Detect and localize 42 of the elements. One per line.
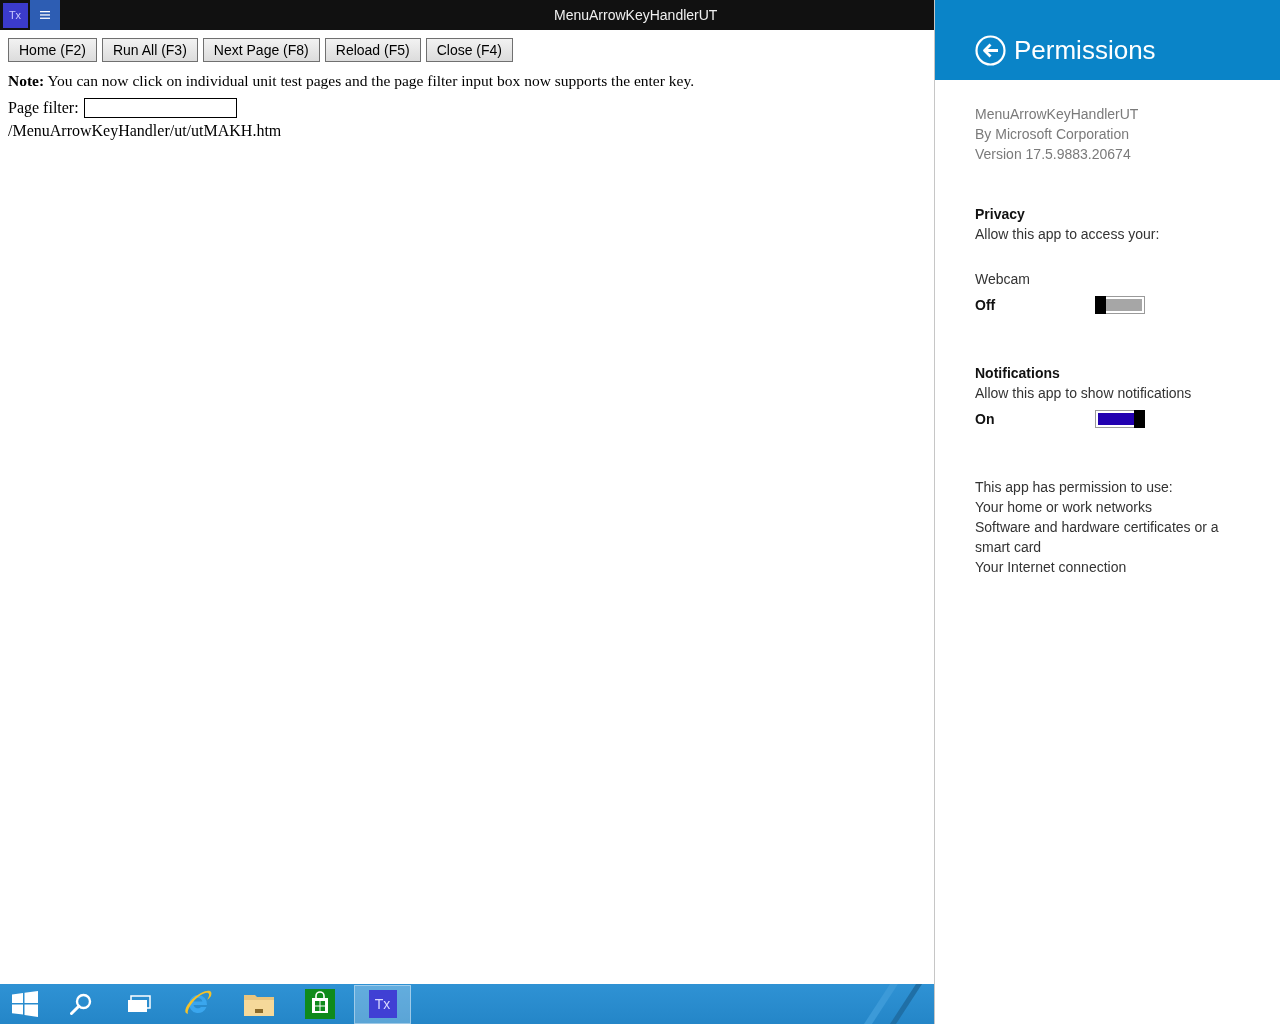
app-logo: Tx xyxy=(368,990,397,1018)
start-button[interactable] xyxy=(12,991,38,1017)
toolbar-button[interactable]: Run All (F3) xyxy=(101,38,198,62)
store-button[interactable] xyxy=(305,989,335,1019)
menu-button[interactable] xyxy=(30,0,60,30)
section-description: Allow this app to access your: xyxy=(975,225,1161,244)
capability-item: Your Internet connection xyxy=(975,558,1128,577)
section-heading: Notifications xyxy=(975,364,1061,383)
section-heading: Privacy xyxy=(975,205,1026,224)
search-button[interactable] xyxy=(69,992,93,1016)
search-icon xyxy=(70,993,92,1015)
toolbar-button[interactable]: Reload (F5) xyxy=(324,38,421,62)
capabilities-heading: This app has permission to use: xyxy=(975,478,1174,497)
note-text: Note: You can now click on individual unit test pages and the page filter input box now supports the enter key. xyxy=(8,72,696,90)
test-page-link[interactable]: /MenuArrowKeyHandler/ut/utMAKH.htm xyxy=(8,122,282,140)
field-label: Page filter: xyxy=(8,99,79,117)
window-title: MenuArrowKeyHandlerUT xyxy=(554,5,718,25)
app-info-text: By Microsoft Corporation xyxy=(975,125,1131,144)
menu-icon xyxy=(40,11,50,19)
panel-title: Permissions xyxy=(1014,34,1156,66)
folder-icon xyxy=(244,992,274,1016)
toggle-switch[interactable] xyxy=(1095,296,1145,314)
windows-logo-icon xyxy=(12,991,38,1017)
page-filter-input[interactable] xyxy=(83,98,237,118)
app-info-text: Version 17.5.9883.20674 xyxy=(975,145,1132,164)
toolbar-button[interactable]: Home (F2) xyxy=(8,38,97,62)
capability-item: Software and hardware certificates or a smart card xyxy=(975,518,1220,557)
section-description: Allow this app to show notifications xyxy=(975,384,1193,403)
shopping-bag-icon xyxy=(305,989,335,1019)
setting-label: Webcam xyxy=(975,270,1031,289)
app-logo: Tx xyxy=(2,2,28,28)
windows-stack-icon xyxy=(127,995,151,1013)
toggle-switch[interactable] xyxy=(1095,410,1145,428)
toolbar-button[interactable]: Close (F4) xyxy=(425,38,514,62)
app-info-text: MenuArrowKeyHandlerUT xyxy=(975,105,1140,124)
capability-item: Your home or work networks xyxy=(975,498,1153,517)
toggle-state-label: Off xyxy=(975,296,997,315)
toggle-state-label: On xyxy=(975,410,996,429)
taskbar-stripe-drawing xyxy=(864,984,922,1024)
back-button[interactable] xyxy=(975,34,1006,66)
taskbar-app-button[interactable]: Tx xyxy=(354,984,411,1024)
toolbar-button[interactable]: Next Page (F8) xyxy=(202,38,320,62)
